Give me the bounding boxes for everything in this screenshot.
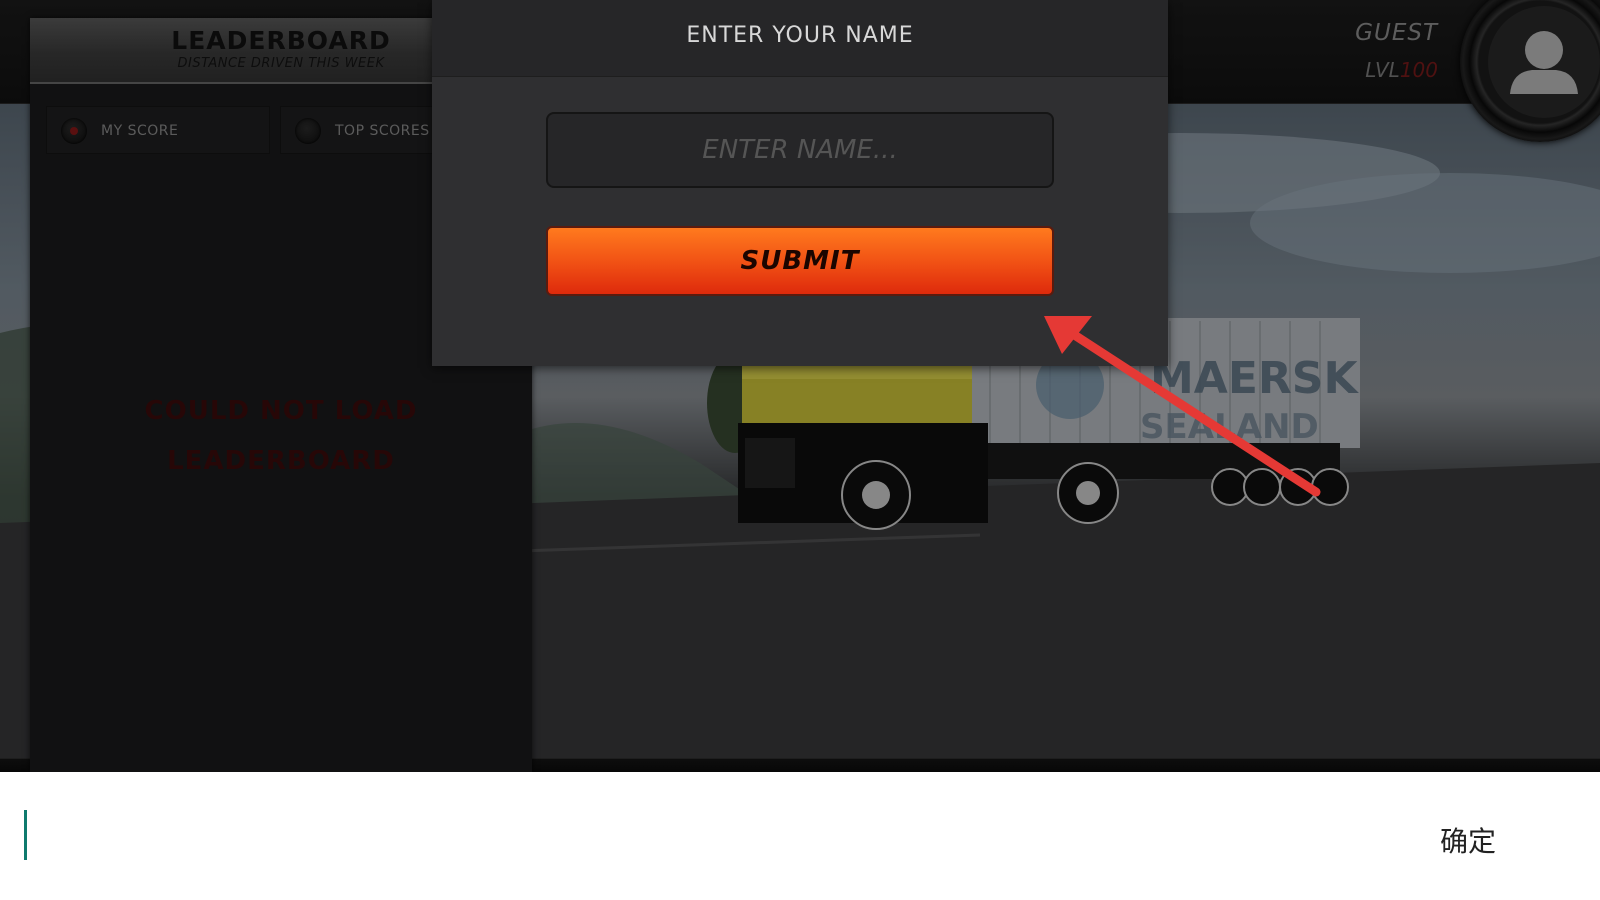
- text-cursor[interactable]: [24, 810, 27, 860]
- enter-name-dialog: ENTER YOUR NAME SUBMIT: [432, 0, 1168, 366]
- dialog-title: ENTER YOUR NAME: [686, 23, 914, 48]
- name-input[interactable]: [546, 112, 1054, 188]
- ime-extract-bar: 确定: [0, 772, 1600, 900]
- ime-confirm-button[interactable]: 确定: [1440, 820, 1496, 860]
- dialog-header: ENTER YOUR NAME: [432, 0, 1168, 77]
- game-screen: MAERSK SEALAND LEADERBOARD DISTANCE DRIV…: [0, 0, 1600, 772]
- submit-button[interactable]: SUBMIT: [546, 226, 1054, 296]
